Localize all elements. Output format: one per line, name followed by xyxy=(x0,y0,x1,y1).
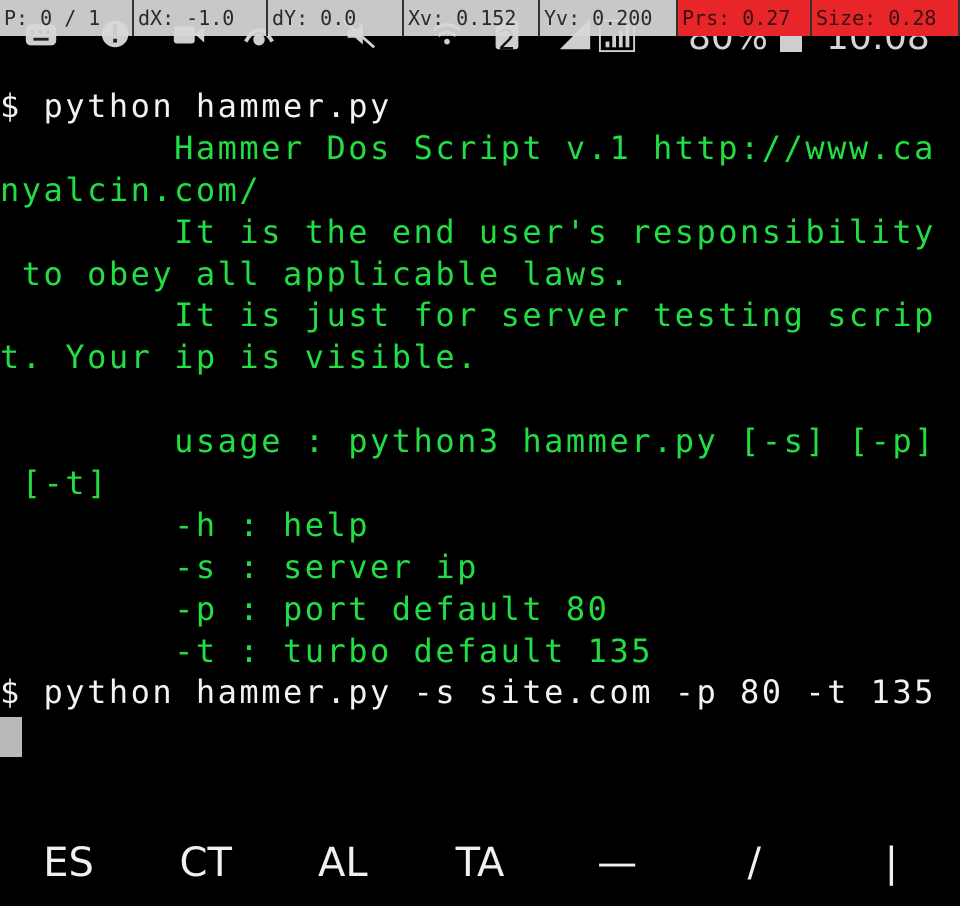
debug-pointer: P: 0 / 1 xyxy=(0,0,134,36)
debug-size: Size: 0.28 xyxy=(812,0,960,36)
terminal-output-line xyxy=(0,379,960,421)
key-dash[interactable]: — xyxy=(549,828,686,898)
debug-dx: dX: -1.0 xyxy=(134,0,268,36)
terminal-output-line: nyalcin.com/ xyxy=(0,170,262,209)
key-escape[interactable]: ES xyxy=(0,828,137,898)
key-pipe[interactable]: | xyxy=(823,828,960,898)
debug-prs: Prs: 0.27 xyxy=(678,0,812,36)
terminal-output-line: -p : port default 80 xyxy=(0,589,610,628)
terminal-output-line: [-t] xyxy=(0,464,109,503)
debug-xv: Xv: 0.152 xyxy=(404,0,540,36)
terminal-output-line: -h : help xyxy=(0,505,371,544)
debug-dy: dY: 0.0 xyxy=(268,0,404,36)
terminal-output[interactable]: $ python hammer.py Hammer Dos Script v.1… xyxy=(0,86,960,714)
key-slash[interactable]: / xyxy=(686,828,823,898)
terminal-output-line: It is just for server testing scrip xyxy=(0,296,936,335)
terminal-output-line: to obey all applicable laws. xyxy=(0,254,632,293)
terminal-cursor xyxy=(0,717,22,757)
extra-keys-row: ES CT AL TA — / | xyxy=(0,828,960,898)
terminal-output-line: Hammer Dos Script v.1 http://www.ca xyxy=(0,128,936,167)
debug-yv: Yv: 0.200 xyxy=(540,0,678,36)
key-alt[interactable]: AL xyxy=(274,828,411,898)
key-tab[interactable]: TA xyxy=(411,828,548,898)
key-ctrl[interactable]: CT xyxy=(137,828,274,898)
terminal-output-line: -s : server ip xyxy=(0,547,479,586)
pointer-location-bar: P: 0 / 1 dX: -1.0 dY: 0.0 Xv: 0.152 Yv: … xyxy=(0,0,960,36)
terminal-command-line: $ python hammer.py xyxy=(0,87,392,125)
terminal-output-line: It is the end user's responsibility xyxy=(0,212,936,251)
terminal-command-line: $ python hammer.py -s site.com -p 80 -t … xyxy=(0,673,936,712)
terminal-output-line: t. Your ip is visible. xyxy=(0,338,479,377)
terminal-output-line: -t : turbo default 135 xyxy=(0,631,653,670)
terminal-output-line: usage : python3 hammer.py [-s] [-p] xyxy=(0,422,936,461)
